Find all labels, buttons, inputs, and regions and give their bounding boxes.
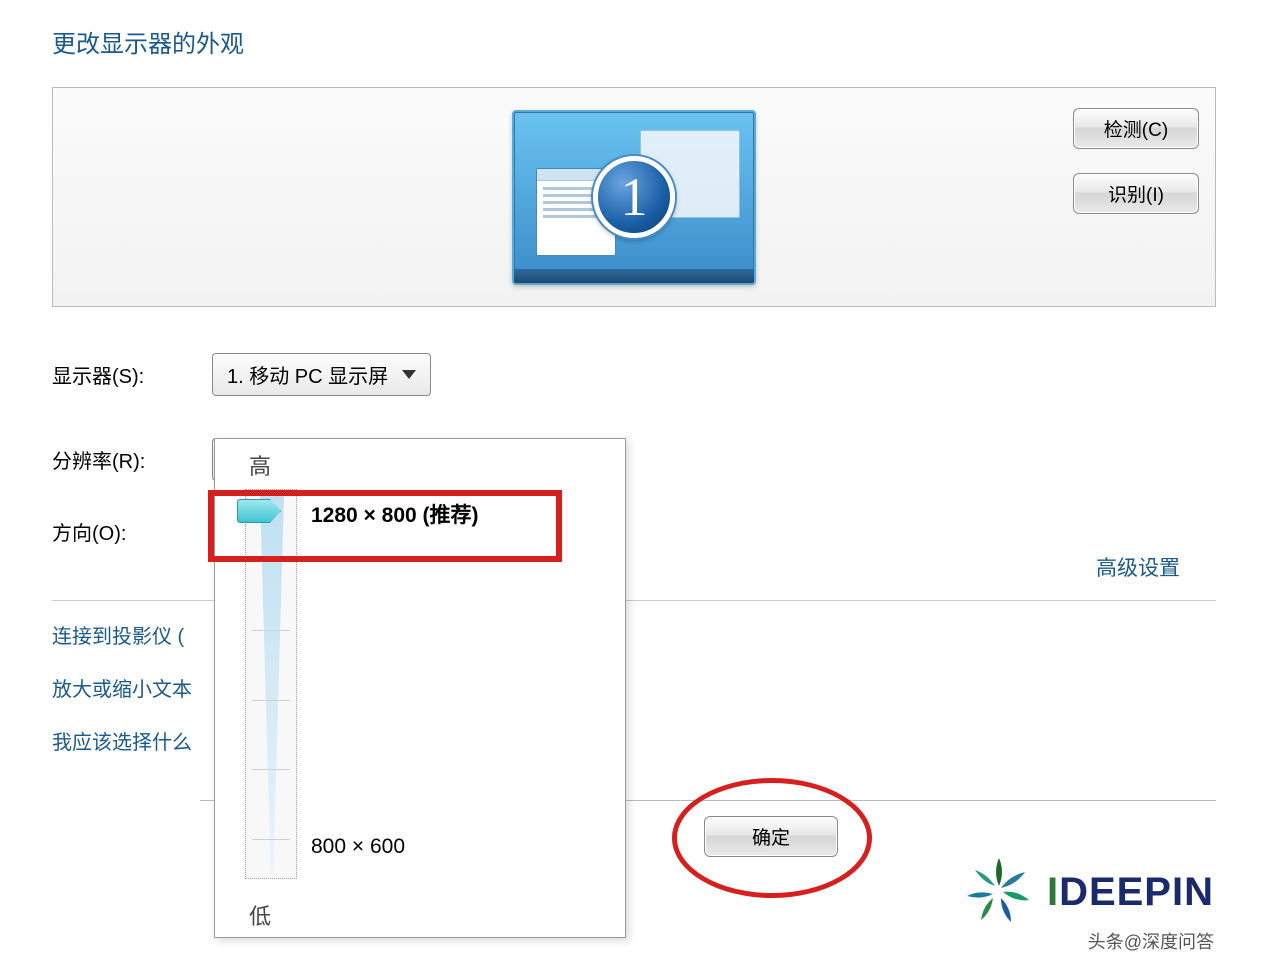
slider-high-label: 高	[249, 449, 271, 481]
ok-button[interactable]: 确定	[704, 816, 838, 857]
advanced-settings-link[interactable]: 高级设置	[1096, 552, 1180, 582]
resolution-slider-track[interactable]	[245, 489, 297, 879]
text-size-link[interactable]: 放大或缩小文本	[52, 673, 192, 702]
watermark-subtitle: 头条@深度问答	[1088, 928, 1214, 954]
monitor-preview-panel: 1 检测(C) 识别(I)	[52, 87, 1216, 307]
display-label: 显示器(S):	[52, 360, 212, 389]
slider-option-recommended: 1280 × 800 (推荐)	[311, 499, 479, 529]
resolution-label: 分辨率(R):	[52, 445, 212, 474]
which-choose-link[interactable]: 我应该选择什么	[52, 726, 192, 755]
resolution-slider-flyout: 高 1280 × 800 (推荐) 800 × 600 低	[214, 438, 626, 938]
slider-low-label: 低	[249, 899, 271, 931]
projector-link[interactable]: 连接到投影仪 (	[52, 620, 192, 649]
display-value: 1. 移动 PC 显示屏	[227, 360, 388, 389]
watermark-logo: IDEEPIN	[959, 852, 1214, 932]
orientation-label: 方向(O):	[52, 517, 212, 546]
display-combobox[interactable]: 1. 移动 PC 显示屏	[212, 353, 431, 396]
detect-button[interactable]: 检测(C)	[1073, 108, 1199, 149]
identify-button[interactable]: 识别(I)	[1073, 173, 1199, 214]
page-title: 更改显示器的外观	[0, 0, 1268, 59]
monitor-number-badge: 1	[593, 156, 675, 238]
chevron-down-icon	[402, 370, 416, 379]
monitor-thumbnail[interactable]: 1	[512, 110, 756, 285]
slider-option-lowest: 800 × 600	[311, 835, 405, 859]
